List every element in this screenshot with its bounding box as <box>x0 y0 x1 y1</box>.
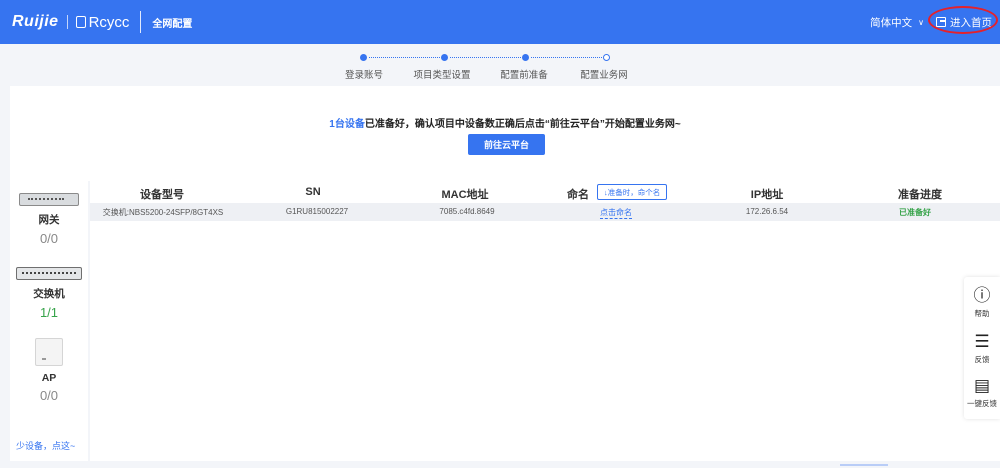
table-header: 设备型号 SN MAC地址 命名 ↓准备时，命个名 IP地址 准备进度 <box>90 183 1000 203</box>
step-label-pre-config: 配置前准备 <box>500 70 548 81</box>
device-count-switch: 1/1 <box>39 305 59 320</box>
chevron-down-icon[interactable]: ∨ <box>918 18 924 27</box>
column-header-name: 命名 <box>567 189 589 201</box>
column-header-sn: SN <box>305 186 321 198</box>
step-connector <box>450 57 521 58</box>
device-card-gateway[interactable]: 网关 0/0 <box>10 193 88 246</box>
go-to-cloud-button[interactable]: 前往云平台 <box>468 134 545 155</box>
device-table: 设备型号 SN MAC地址 命名 ↓准备时，命个名 IP地址 准备进度 交换机:… <box>90 181 1000 461</box>
page-title: 全网配置 <box>152 18 193 30</box>
reyee-mark-icon <box>75 16 86 28</box>
language-selector[interactable]: 简体中文 <box>870 15 912 30</box>
help-icon: ⓘ <box>973 286 991 305</box>
ready-message-text: 已准备好，确认项目中设备数正确后点击“前往云平台”开始配置业务网~ <box>364 119 681 130</box>
reyee-logo: Rcycc <box>75 13 130 31</box>
stepper-track <box>360 54 610 64</box>
status-badge: 已准备好 <box>899 208 931 217</box>
device-name-ap: AP <box>41 372 57 384</box>
floating-tool-bar: ⓘ 帮助 ☰ 反馈 ▤ 一键反馈 <box>964 277 1000 419</box>
step-connector <box>531 57 602 58</box>
step-dot-4 <box>603 54 610 61</box>
column-header-ip: IP地址 <box>750 189 784 201</box>
one-click-feedback-button[interactable]: ▤ 一键反馈 <box>964 376 1000 409</box>
setup-stepper: 登录账号 项目类型设置 配置前准备 配置业务网 <box>0 44 1000 86</box>
reyee-logo-text: Rcycc <box>88 13 130 31</box>
column-header-progress: 准备进度 <box>898 189 942 201</box>
ready-message: 1台设备已准备好，确认项目中设备数正确后点击“前往云平台”开始配置业务网~ <box>10 115 1000 130</box>
feedback-button[interactable]: ☰ 反馈 <box>964 332 1000 365</box>
step-label-login: 登录账号 <box>344 70 384 81</box>
cell-model: 交换机:NBS5200-24SFP/8GT4XS <box>102 208 224 217</box>
ap-device-icon <box>35 338 63 366</box>
logo-divider <box>66 15 68 29</box>
step-dot-2 <box>441 54 448 61</box>
missing-devices-link[interactable]: 少设备，点这~ <box>16 439 75 452</box>
device-card-switch[interactable]: 交换机 1/1 <box>10 267 88 320</box>
enter-home-button[interactable]: 进入首页 <box>928 5 998 34</box>
step-dot-1 <box>360 54 367 61</box>
top-navigation-bar: Ruijie Rcycc 全网配置 简体中文 ∨ 进入首页 <box>0 0 1000 44</box>
cell-sn: G1RU815002227 <box>285 207 349 216</box>
help-button[interactable]: ⓘ 帮助 <box>964 286 1000 319</box>
gateway-device-icon <box>19 193 79 206</box>
column-header-mac: MAC地址 <box>441 189 489 201</box>
switch-device-icon <box>16 267 82 280</box>
header-divider <box>140 11 142 33</box>
enter-home-icon <box>936 17 946 27</box>
ruijie-logo: Ruijie <box>12 13 59 30</box>
ready-banner: 1台设备已准备好，确认项目中设备数正确后点击“前往云平台”开始配置业务网~ 前往… <box>10 86 1000 181</box>
header-actions: 简体中文 ∨ 进入首页 <box>870 0 1000 44</box>
device-name-switch: 交换机 <box>33 288 65 300</box>
column-header-model: 设备型号 <box>140 189 184 201</box>
device-type-sidebar: 网关 0/0 交换机 1/1 AP 0/0 少设备，点这~ <box>10 181 88 461</box>
name-column-tip: ↓准备时，命个名 <box>597 184 668 200</box>
table-row: 交换机:NBS5200-24SFP/8GT4XS G1RU815002227 7… <box>90 203 1000 221</box>
device-card-ap[interactable]: AP 0/0 <box>10 338 88 403</box>
chat-bubble-icon: ☰ <box>974 332 990 351</box>
scroll-indicator <box>840 464 888 466</box>
cell-ip: 172.26.6.54 <box>745 207 789 216</box>
device-name-gateway: 网关 <box>38 214 60 226</box>
clipboard-icon: ▤ <box>973 376 991 395</box>
step-label-project-type: 项目类型设置 <box>413 70 471 81</box>
step-connector <box>369 57 440 58</box>
cell-mac: 7085.c4fd.8649 <box>439 207 495 216</box>
help-label: 帮助 <box>974 309 990 318</box>
one-click-feedback-label: 一键反馈 <box>967 399 997 408</box>
click-to-name-link[interactable]: 点击命名 <box>600 207 632 219</box>
step-label-business-network: 配置业务网 <box>580 70 628 81</box>
device-count-gateway: 0/0 <box>39 231 59 246</box>
step-dot-3 <box>522 54 529 61</box>
device-count-ap: 0/0 <box>39 388 59 403</box>
feedback-label: 反馈 <box>974 355 990 364</box>
device-count-highlight: 1台设备 <box>329 119 365 130</box>
